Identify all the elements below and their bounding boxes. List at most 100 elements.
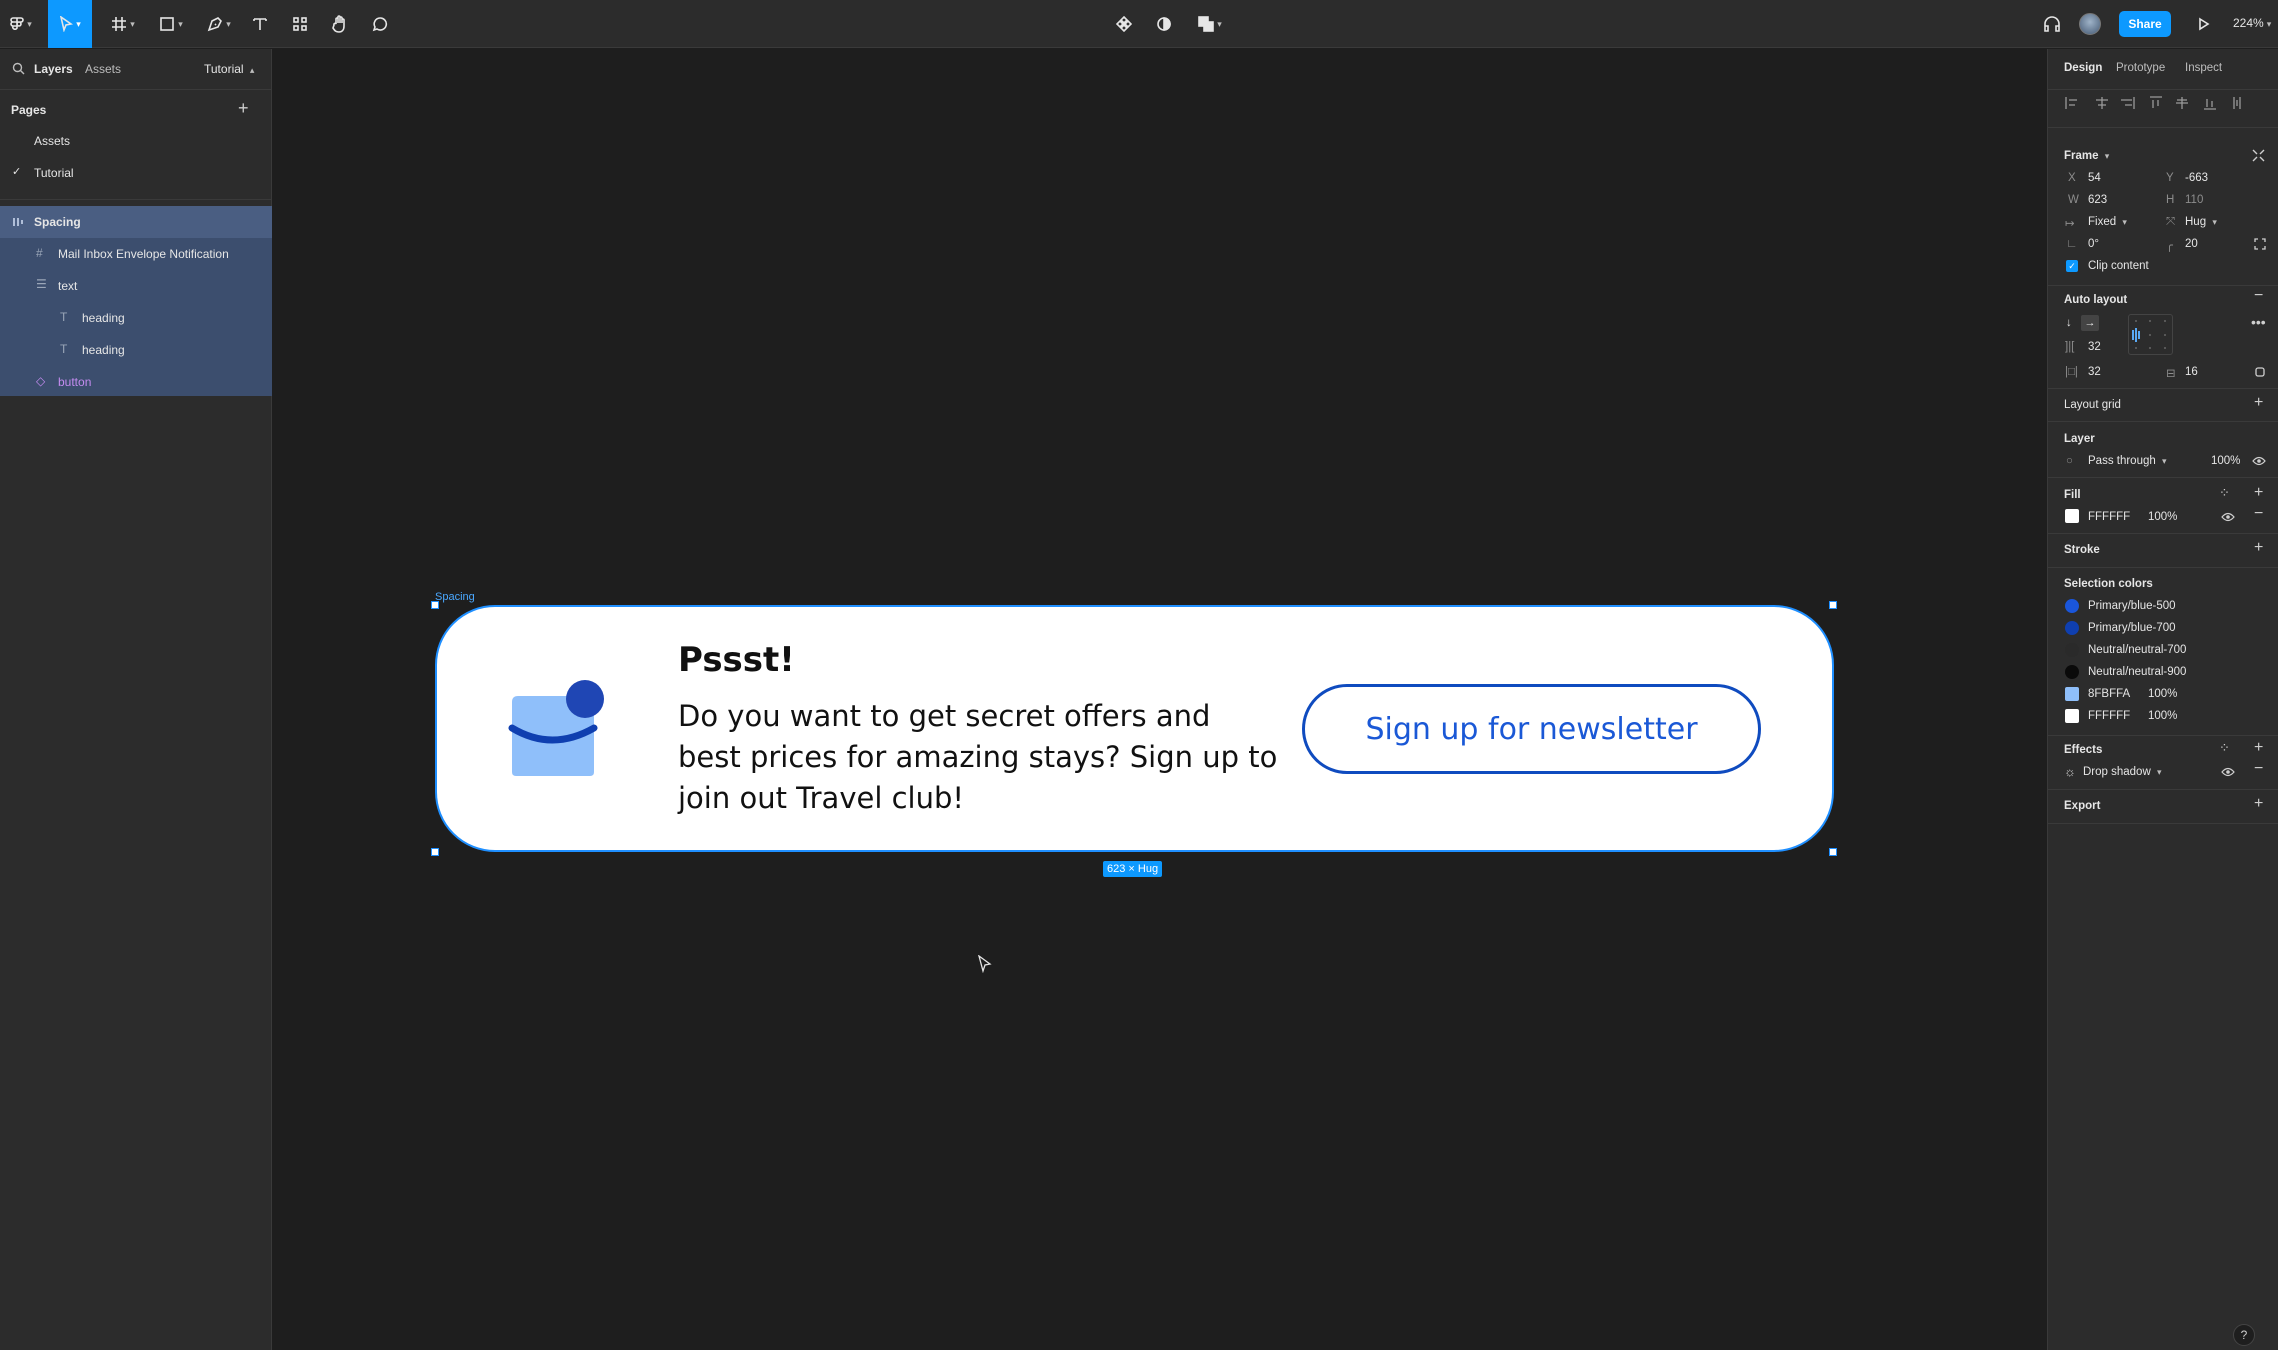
effect-type-dropdown[interactable]: Drop shadow ▾ bbox=[2083, 766, 2162, 778]
color-swatch-8fbffa[interactable] bbox=[2065, 687, 2079, 701]
divider bbox=[2048, 789, 2278, 790]
main-menu-button[interactable]: ▾ bbox=[6, 4, 36, 44]
page-switcher[interactable]: Tutorial ▴ bbox=[204, 62, 254, 76]
resize-handle-bottom-right[interactable] bbox=[1829, 848, 1837, 856]
hand-tool-button[interactable] bbox=[328, 4, 352, 44]
rotation-input[interactable]: 0° bbox=[2088, 238, 2099, 250]
selection-color-label[interactable]: Primary/blue-500 bbox=[2088, 600, 2176, 612]
corner-radius-icon: ╭ bbox=[2166, 240, 2173, 252]
selection-color-label[interactable]: Primary/blue-700 bbox=[2088, 622, 2176, 634]
present-button[interactable] bbox=[2192, 4, 2216, 44]
layer-row-button[interactable]: ◇ button bbox=[0, 366, 272, 398]
tab-inspect[interactable]: Inspect bbox=[2185, 62, 2222, 74]
style-grid-icon[interactable]: ⁘ bbox=[2219, 485, 2230, 501]
add-layout-grid-plus-icon[interactable]: + bbox=[2254, 394, 2263, 412]
mask-button[interactable] bbox=[1152, 4, 1176, 44]
resize-handle-top-right[interactable] bbox=[1829, 601, 1837, 609]
page-item-tutorial[interactable]: ✓ Tutorial bbox=[0, 157, 272, 189]
tab-prototype[interactable]: Prototype bbox=[2116, 62, 2165, 74]
selection-color-label[interactable]: Neutral/neutral-700 bbox=[2088, 644, 2186, 656]
fill-opacity-input[interactable]: 100% bbox=[2148, 511, 2177, 523]
resources-button[interactable] bbox=[288, 4, 312, 44]
color-swatch-blue-700[interactable] bbox=[2065, 621, 2079, 635]
color-swatch-neutral-900[interactable] bbox=[2065, 665, 2079, 679]
independent-padding-icon[interactable] bbox=[2254, 366, 2266, 378]
style-grid-icon[interactable]: ⁘ bbox=[2219, 740, 2230, 756]
corner-radius-input[interactable]: 20 bbox=[2185, 238, 2198, 250]
clip-content-checkbox[interactable]: ✓ bbox=[2066, 260, 2078, 272]
comment-tool-button[interactable] bbox=[368, 4, 392, 44]
add-fill-plus-icon[interactable]: + bbox=[2254, 484, 2263, 502]
alignment-tools[interactable] bbox=[2064, 95, 2274, 111]
layer-row-mail-inbox[interactable]: # Mail Inbox Envelope Notification bbox=[0, 238, 272, 270]
resize-handle-top-left[interactable] bbox=[431, 601, 439, 609]
layer-row-heading[interactable]: T heading bbox=[0, 302, 272, 334]
remove-fill-minus-icon[interactable]: − bbox=[2254, 505, 2263, 523]
page-item-assets[interactable]: Assets bbox=[0, 125, 272, 157]
color-swatch-blue-500[interactable] bbox=[2065, 599, 2079, 613]
more-options-icon[interactable]: ••• bbox=[2251, 314, 2266, 330]
tab-assets[interactable]: Assets bbox=[85, 62, 121, 76]
selection-color-label[interactable]: FFFFFF bbox=[2088, 710, 2130, 722]
remove-effect-minus-icon[interactable]: − bbox=[2254, 760, 2263, 778]
newsletter-signup-button[interactable]: Sign up for newsletter bbox=[1302, 684, 1761, 774]
eye-icon[interactable] bbox=[2221, 767, 2235, 777]
resize-handle-bottom-left[interactable] bbox=[431, 848, 439, 856]
eye-icon[interactable] bbox=[2252, 456, 2266, 466]
add-page-plus-icon[interactable]: + bbox=[238, 98, 249, 119]
fill-hex-input[interactable]: FFFFFF bbox=[2088, 511, 2130, 523]
frame-section-title[interactable]: Frame ▾ bbox=[2064, 150, 2109, 162]
contrast-icon bbox=[1157, 17, 1171, 31]
layer-opacity-input[interactable]: 100% bbox=[2211, 455, 2240, 467]
vertical-padding-input[interactable]: 16 bbox=[2185, 366, 2198, 378]
pen-tool-button[interactable]: ▾ bbox=[202, 4, 236, 44]
resize-to-fit-icon[interactable] bbox=[2252, 149, 2265, 162]
selection-color-opacity[interactable]: 100% bbox=[2148, 710, 2177, 722]
frame-tool-button[interactable]: ▾ bbox=[106, 4, 140, 44]
avatar[interactable] bbox=[2078, 4, 2102, 44]
layer-row-spacing[interactable]: Spacing bbox=[0, 206, 272, 238]
independent-corners-icon[interactable] bbox=[2254, 238, 2266, 250]
selection-color-label[interactable]: Neutral/neutral-900 bbox=[2088, 666, 2186, 678]
height-mode-dropdown[interactable]: Hug ▾ bbox=[2185, 216, 2217, 228]
move-tool-button[interactable]: ▾ bbox=[48, 0, 92, 48]
remove-auto-layout-minus-icon[interactable]: − bbox=[2254, 287, 2263, 305]
audio-button[interactable] bbox=[2040, 4, 2064, 44]
layer-row-text[interactable]: ☰ text bbox=[0, 270, 272, 302]
add-stroke-plus-icon[interactable]: + bbox=[2254, 539, 2263, 557]
shape-tool-button[interactable]: ▾ bbox=[154, 4, 188, 44]
fill-color-swatch[interactable] bbox=[2065, 509, 2079, 523]
height-input[interactable]: 110 bbox=[2185, 194, 2203, 206]
y-input[interactable]: -663 bbox=[2185, 172, 2208, 184]
color-swatch-ffffff[interactable] bbox=[2065, 709, 2079, 723]
eye-icon[interactable] bbox=[2221, 512, 2235, 522]
chevron-down-icon: ▾ bbox=[1217, 18, 1222, 29]
selection-color-label[interactable]: 8FBFFA bbox=[2088, 688, 2130, 700]
horizontal-direction-icon[interactable]: → bbox=[2081, 315, 2099, 331]
boolean-ops-button[interactable]: ▾ bbox=[1192, 4, 1228, 44]
vertical-direction-icon[interactable]: ↓ bbox=[2066, 317, 2072, 329]
width-input[interactable]: 623 bbox=[2088, 194, 2107, 206]
add-effect-plus-icon[interactable]: + bbox=[2254, 739, 2263, 757]
layer-row-heading[interactable]: T heading bbox=[0, 334, 272, 366]
blend-mode-dropdown[interactable]: Pass through ▾ bbox=[2088, 455, 2167, 467]
x-input[interactable]: 54 bbox=[2088, 172, 2101, 184]
divider bbox=[2048, 388, 2278, 389]
gap-input[interactable]: 32 bbox=[2088, 341, 2101, 353]
alignment-grid[interactable] bbox=[2128, 314, 2173, 355]
add-export-plus-icon[interactable]: + bbox=[2254, 795, 2263, 813]
color-swatch-neutral-700[interactable] bbox=[2065, 643, 2079, 657]
zoom-dropdown[interactable]: 224% ▾ bbox=[2233, 16, 2271, 30]
selection-color-opacity[interactable]: 100% bbox=[2148, 688, 2177, 700]
frame-name-label[interactable]: Spacing bbox=[435, 591, 475, 603]
tab-layers[interactable]: Layers bbox=[34, 62, 73, 76]
tab-design[interactable]: Design bbox=[2064, 62, 2102, 74]
horizontal-padding-input[interactable]: 32 bbox=[2088, 366, 2101, 378]
share-button[interactable]: Share bbox=[2119, 11, 2171, 37]
help-button[interactable]: ? bbox=[2233, 1324, 2255, 1346]
text-tool-button[interactable] bbox=[248, 4, 272, 44]
width-mode-dropdown[interactable]: Fixed ▾ bbox=[2088, 216, 2127, 228]
components-button[interactable] bbox=[1112, 4, 1136, 44]
search-icon[interactable] bbox=[12, 62, 25, 75]
effect-settings-sun-icon[interactable]: ☼ bbox=[2064, 764, 2076, 779]
